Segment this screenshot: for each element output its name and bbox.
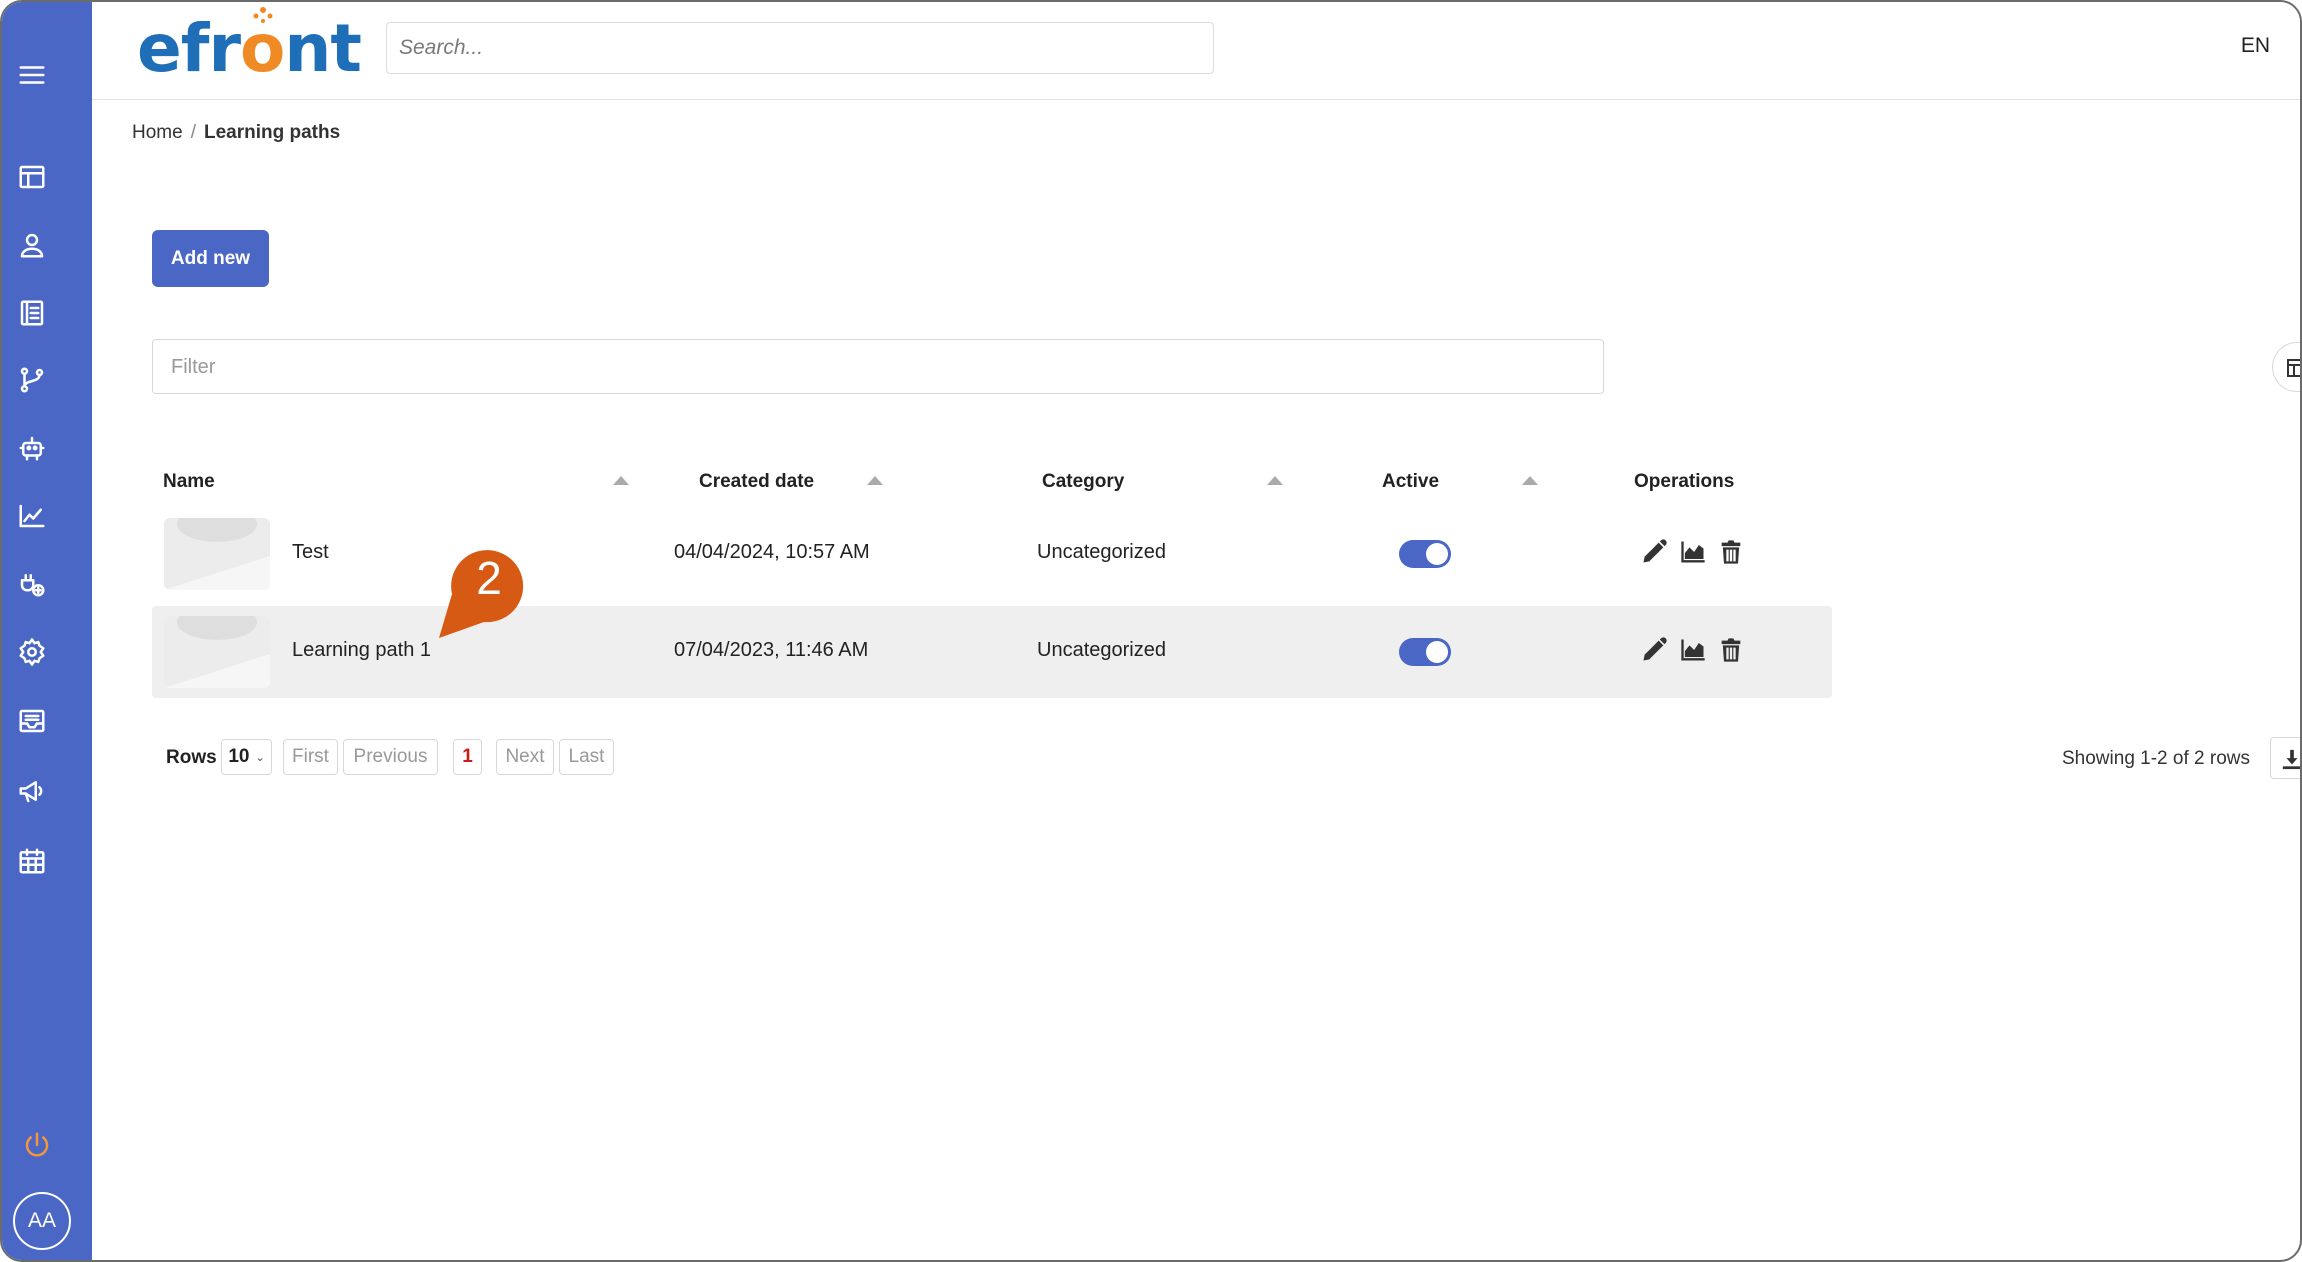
megaphone-icon[interactable] [15,774,49,808]
column-header-active[interactable]: Active [1382,471,1439,493]
delete-trash-icon[interactable] [1717,636,1747,666]
sidebar: AA [2,2,92,1260]
edit-pencil-icon[interactable] [1640,538,1670,568]
dashboard-icon[interactable] [15,160,49,194]
statistics-chart-icon[interactable] [1679,636,1709,666]
robot-icon[interactable] [15,431,49,465]
app-window: AA efr ont Search... EN Home / Learning pat… [0,0,2302,1262]
row-category: Uncategorized [1037,639,1166,661]
step-callout-marker: 2 [439,550,524,638]
active-toggle[interactable] [1399,540,1451,568]
rows-per-page-select[interactable]: 10 ⌄ [221,739,272,775]
last-page-button[interactable]: Last [559,739,614,775]
table-columns-icon [2287,359,2300,377]
inbox-icon[interactable] [15,704,49,738]
column-header-name[interactable]: Name [163,471,215,493]
download-icon [2282,749,2300,770]
row-name[interactable]: Learning path 1 [292,639,431,662]
learning-paths-icon[interactable] [15,363,49,397]
search-input[interactable]: Search... [386,22,1214,74]
plugin-add-icon[interactable] [15,567,49,601]
breadcrumb-current: Learning paths [203,122,341,143]
row-created-date: 07/04/2023, 11:46 AM [674,639,869,661]
menu-icon[interactable] [15,58,49,92]
learning-path-thumbnail [164,616,270,688]
column-toggle-tab[interactable] [2272,342,2300,392]
rows-label: Rows [166,747,217,768]
filter-input[interactable]: Filter [152,339,1604,394]
settings-gear-icon[interactable] [15,635,49,669]
edit-pencil-icon[interactable] [1640,636,1670,666]
callout-number: 2 [476,552,502,604]
sort-active-icon[interactable] [1522,476,1538,485]
breadcrumb-separator: / [190,122,196,143]
sort-category-icon[interactable] [1267,476,1283,485]
chevron-down-icon: ⌄ [255,751,265,764]
rows-count-status: Showing 1-2 of 2 rows [2062,748,2250,769]
download-button[interactable] [2270,737,2300,779]
avatar[interactable]: AA [13,1192,71,1250]
next-page-button[interactable]: Next [496,739,554,775]
row-created-date: 04/04/2024, 10:57 AM [674,541,870,563]
add-new-button[interactable]: Add new [152,230,269,287]
active-toggle[interactable] [1399,638,1451,666]
row-category: Uncategorized [1037,541,1166,563]
top-header: efr ont Search... EN [92,2,2300,100]
sort-created-icon[interactable] [867,476,883,485]
statistics-chart-icon[interactable] [1679,538,1709,568]
breadcrumb-home[interactable]: Home [132,122,183,143]
column-header-category[interactable]: Category [1042,471,1124,493]
column-header-created[interactable]: Created date [699,471,814,493]
first-page-button[interactable]: First [283,739,338,775]
delete-trash-icon[interactable] [1717,538,1747,568]
courses-icon[interactable] [15,296,49,330]
learning-path-thumbnail [164,518,270,590]
page-1-button[interactable]: 1 [453,739,482,775]
table-row[interactable]: Test 04/04/2024, 10:57 AM Uncategorized [152,508,1832,600]
table-row[interactable]: Learning path 1 07/04/2023, 11:46 AM Unc… [152,606,1832,698]
power-icon[interactable] [20,1128,54,1162]
language-selector[interactable]: EN [2241,34,2270,58]
calendar-icon[interactable] [15,844,49,878]
reports-chart-icon[interactable] [15,499,49,533]
column-header-operations: Operations [1634,471,1735,492]
efront-logo[interactable]: efr ont [137,7,362,84]
sort-name-icon[interactable] [613,476,629,485]
row-name[interactable]: Test [292,541,329,564]
user-icon[interactable] [15,228,49,262]
breadcrumb: Home / Learning paths [132,122,340,144]
previous-page-button[interactable]: Previous [343,739,438,775]
